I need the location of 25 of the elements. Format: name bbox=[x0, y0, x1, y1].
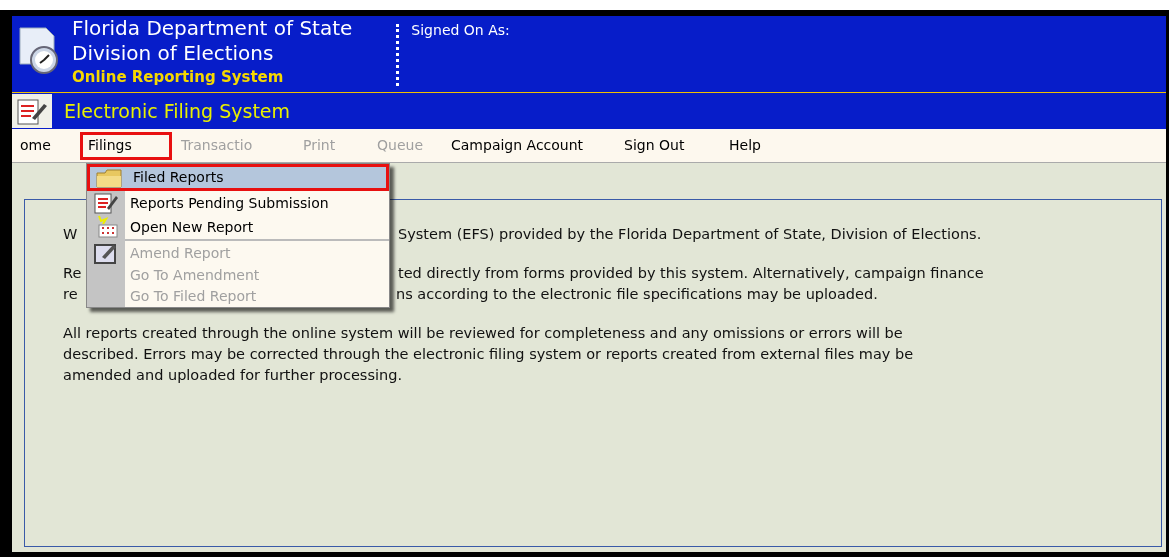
signed-on-label: Signed On As: bbox=[411, 21, 510, 40]
folder-icon bbox=[96, 167, 122, 188]
paragraph-text: re bbox=[63, 286, 78, 302]
paragraph-text: ted directly from forms provided by this system. Alternatively, campaign finance bbox=[398, 264, 984, 283]
nav-item[interactable]: Sign Out bbox=[624, 131, 716, 160]
nav-item[interactable]: Filings bbox=[80, 131, 172, 160]
paragraph-text: Re bbox=[63, 265, 82, 281]
paragraph-text: ns according to the electronic file specifications may be uploaded. bbox=[396, 285, 878, 304]
system-title: Electronic Filing System bbox=[64, 98, 291, 124]
header-subtitle: Online Reporting System bbox=[72, 67, 285, 88]
edit-page-icon bbox=[93, 241, 119, 265]
edit-form-icon bbox=[12, 94, 52, 128]
paragraph-text: described. Errors may be corrected through the electronic filing system or reports created from external files may be bbox=[63, 345, 914, 364]
paragraph-text: W bbox=[63, 226, 78, 242]
menu-item[interactable]: Reports Pending Submission bbox=[125, 191, 389, 215]
header-title: Florida Department of State bbox=[72, 16, 353, 41]
nav-item[interactable]: Campaign Account bbox=[451, 131, 611, 160]
paragraph-text: System (EFS) provided by the Florida Department of State, Division of Elections. bbox=[398, 225, 982, 244]
header-title: Division of Elections bbox=[72, 41, 275, 66]
paragraph-text: amended and uploaded for further processing. bbox=[63, 366, 402, 385]
paragraph-text: All reports created through the online system will be reviewed for completeness and any omissions or errors will be bbox=[63, 324, 903, 343]
nav-item[interactable]: Help bbox=[729, 131, 779, 160]
edit-form-icon bbox=[93, 191, 119, 215]
nav-item[interactable]: ome bbox=[20, 131, 80, 160]
menu-item[interactable]: Open New Report bbox=[125, 215, 389, 239]
